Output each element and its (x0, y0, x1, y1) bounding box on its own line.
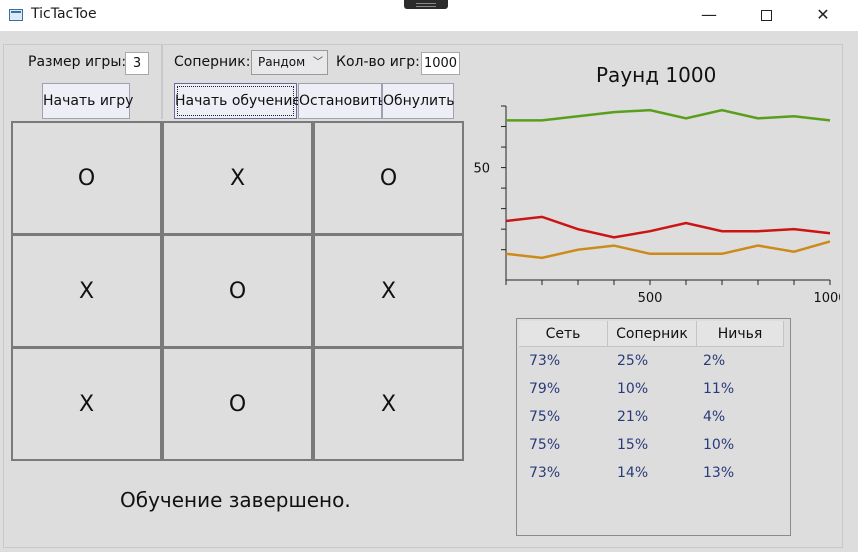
table-cell: 10% (617, 381, 649, 397)
game-size-label: Размер игры: (28, 54, 127, 70)
board-cell[interactable]: O (162, 347, 313, 461)
maximize-icon (760, 10, 772, 21)
table-header[interactable]: Соперник (608, 321, 697, 347)
opponent-label: Соперник: (174, 54, 251, 70)
games-count-input[interactable]: 1000 (421, 52, 460, 75)
snap-grip-icon[interactable] (404, 0, 448, 9)
table-cell: 2% (703, 353, 726, 369)
table-cell: 13% (703, 465, 735, 481)
table-header[interactable]: Ничья (697, 321, 784, 347)
board-cell[interactable]: X (162, 121, 313, 235)
table-cell: 25% (617, 353, 649, 369)
y-tick-label: 50 (473, 162, 490, 177)
controls-separator (161, 45, 163, 119)
board-cell[interactable]: X (11, 347, 162, 461)
start-game-button[interactable]: Начать игру (42, 83, 133, 119)
board-cell[interactable]: X (313, 234, 464, 348)
table-cell: 10% (703, 437, 735, 453)
series-line (505, 215, 831, 239)
app-window: TicTacToe — ✕ Размер игры: 3 Начать игру… (0, 0, 858, 552)
series-line (505, 240, 831, 260)
game-size-input[interactable]: 3 (125, 52, 149, 75)
board-cell[interactable]: O (162, 234, 313, 348)
start-training-button[interactable]: Начать обучение (174, 83, 301, 119)
title-bar: TicTacToe — ✕ (0, 0, 858, 31)
board-cell[interactable]: O (313, 121, 464, 235)
table-header[interactable]: Сеть (519, 321, 608, 347)
x-tick-label: 500 (638, 291, 663, 306)
maximize-button[interactable] (743, 0, 789, 31)
round-title: Раунд 1000 (596, 63, 717, 87)
status-text: Обучение завершено. (120, 488, 351, 512)
chevron-down-icon: ﹀ (313, 57, 323, 68)
table-cell: 79% (529, 381, 561, 397)
close-button[interactable]: ✕ (800, 0, 846, 31)
opponent-select-value: Рандом (258, 55, 306, 69)
stop-button[interactable]: Остановить (298, 83, 386, 119)
window-title: TicTacToe (31, 6, 97, 22)
table-cell: 21% (617, 409, 649, 425)
results-table: Сеть Соперник Ничья 73% 25% 2% 79% 10% 11% 75%… (516, 318, 791, 536)
board-cell[interactable]: O (11, 121, 162, 235)
table-cell: 73% (529, 353, 561, 369)
table-cell: 15% (617, 437, 649, 453)
table-cell: 75% (529, 437, 561, 453)
opponent-select[interactable]: Рандом ﹀ (251, 50, 328, 75)
table-cell: 73% (529, 465, 561, 481)
series-line (506, 108, 831, 122)
board-cell[interactable]: X (313, 347, 464, 461)
table-cell: 4% (703, 409, 726, 425)
table-cell: 75% (529, 409, 561, 425)
table-cell: 14% (617, 465, 649, 481)
table-cell: 11% (703, 381, 735, 397)
x-tick-label: 1000 (813, 291, 840, 306)
minimize-button[interactable]: — (686, 0, 732, 31)
board-cell[interactable]: X (11, 234, 162, 348)
progress-chart: 50 500 1000 (473, 105, 840, 306)
reset-button[interactable]: Обнулить (382, 83, 455, 119)
app-icon (9, 9, 23, 21)
games-count-label: Кол-во игр: (336, 54, 420, 70)
game-board: O X O X O X X O X (11, 121, 464, 461)
